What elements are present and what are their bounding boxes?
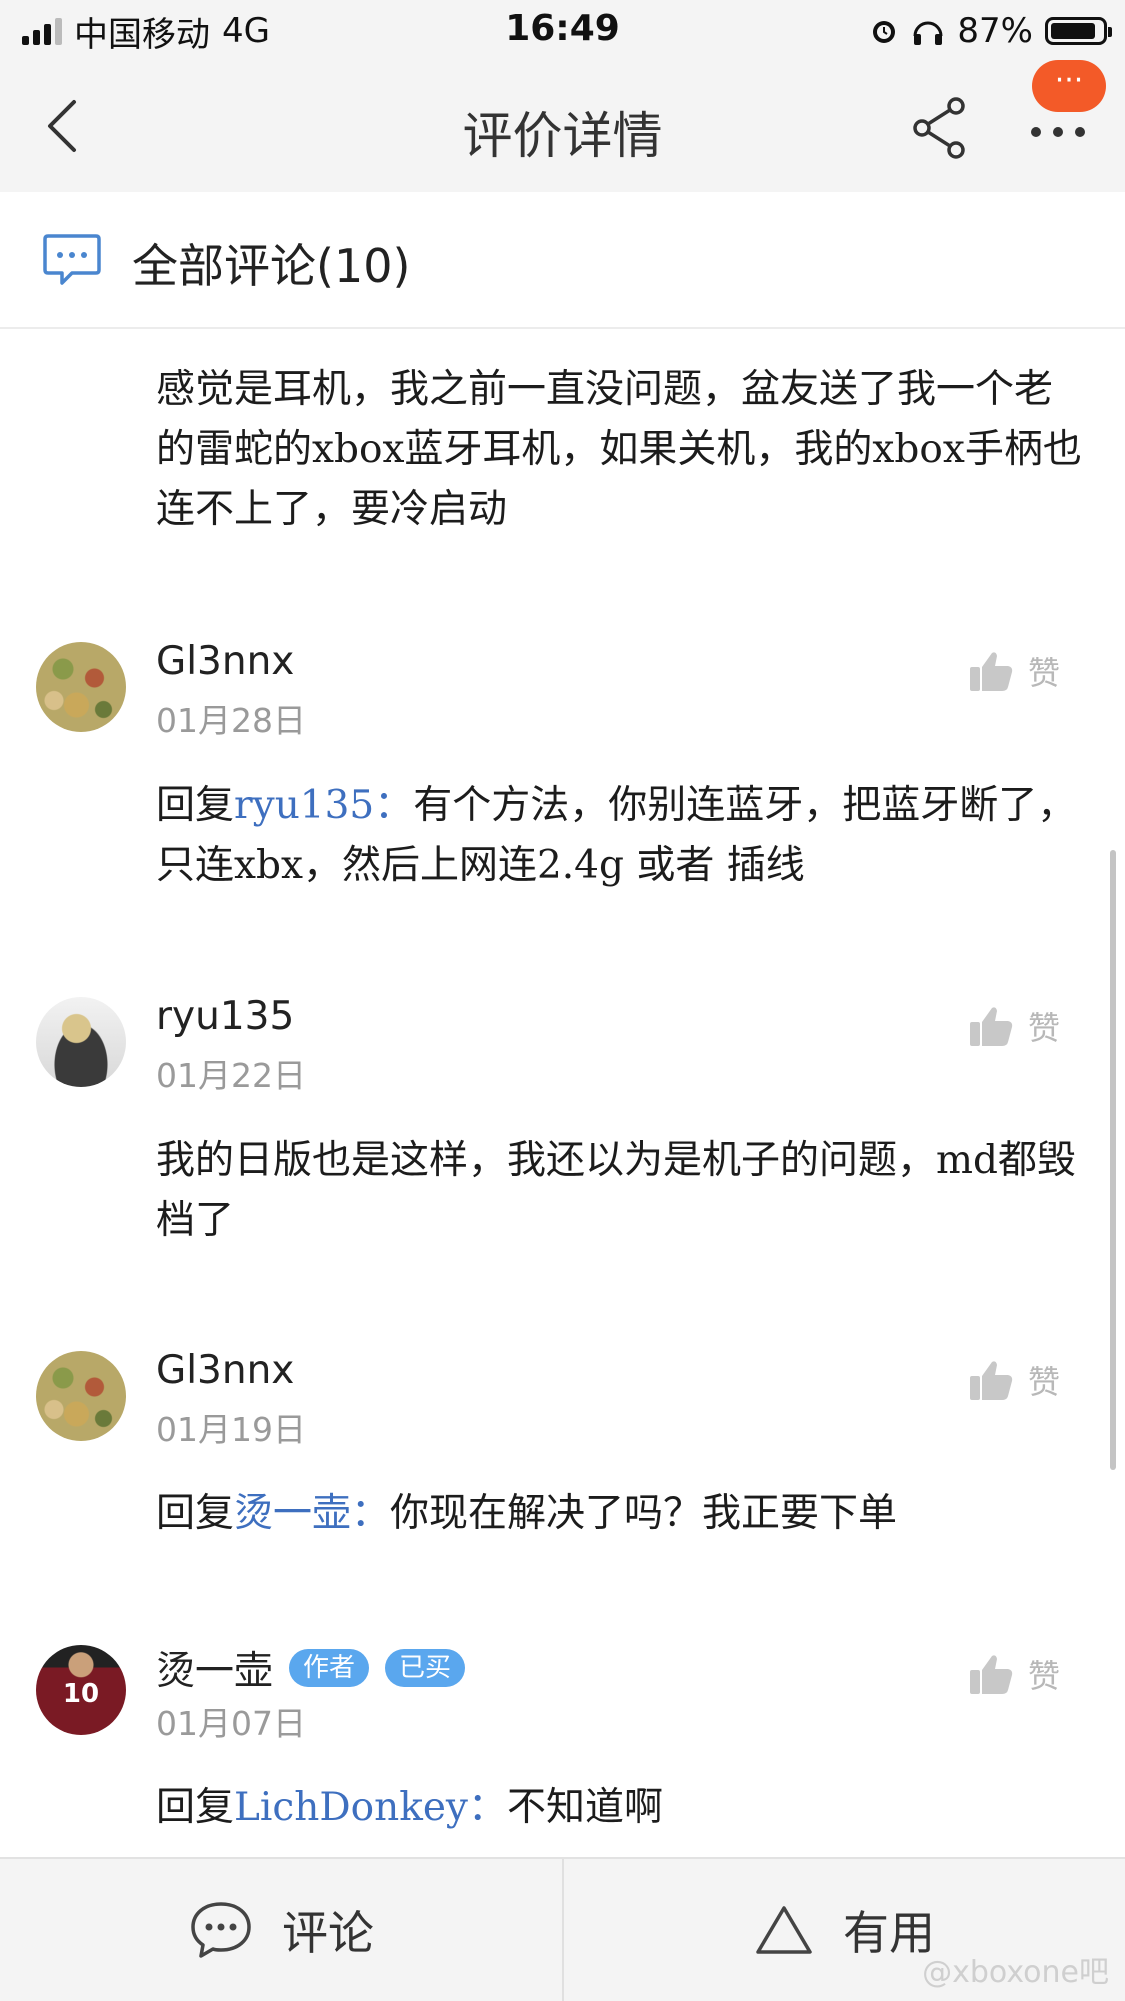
bottom-bar: 评论 有用 @xboxone吧 [0,1857,1125,2001]
comments-title: 全部评论(10) [132,239,411,293]
thumbs-up-icon [970,1655,1013,1694]
purchased-tag: 已买 [385,1649,466,1687]
author-tag: 作者 [289,1649,370,1687]
comment-text: 我的日版也是这样，我还以为是机子的问题，md都毁档了 [156,1138,1076,1243]
reply-prefix: 回复 [156,783,235,828]
username[interactable]: Gl3nnx [156,1348,294,1393]
comment-bubble-icon [43,234,101,285]
alarm-icon [873,21,896,43]
watermark: @xboxone吧 [922,1955,1109,1990]
avatar[interactable] [36,642,126,732]
comment-text: 感觉是耳机，我之前一直没问题，盆友送了我一个老的雷蛇的xbox蓝牙耳机，如果关机… [156,367,1082,532]
username-label[interactable]: ryu135 [156,994,294,1039]
like-button[interactable]: 赞 [968,996,1088,1056]
headphones-icon [913,21,943,45]
like-label: 赞 [1028,1363,1061,1401]
reply-prefix: 回复 [156,1491,235,1536]
comment-icon [191,1902,251,1958]
like-label: 赞 [1028,1657,1061,1695]
comment-text: 回复烫一壶：你现在解决了吗？我正要下单 [156,1484,1086,1544]
comment-date: 01月28日 [156,701,306,740]
battery-icon [1045,17,1112,45]
status-bar: 中国移动 4G 16:49 87% [0,0,1125,62]
comment-date: 01月19日 [156,1410,306,1449]
scrollbar[interactable] [1110,850,1116,1470]
comment-text: 回复LichDonkey：不知道啊 [156,1778,1086,1838]
username-label[interactable]: 烫一壶 [156,1640,273,1696]
comment-button[interactable]: 评论 [0,1859,562,2001]
battery-percent: 87% [957,11,1033,51]
avatar[interactable] [36,1351,126,1441]
comment-text: 回复ryu135：有个方法，你别连蓝牙，把蓝牙断了，只连xbx，然后上网连2.4… [156,776,1086,896]
nav-bar: 评价详情 ··· [0,60,1125,192]
thumbs-up-icon [970,652,1013,691]
comments-header: 全部评论(10) [0,192,1125,329]
like-button[interactable]: 赞 [968,641,1088,701]
comment-date: 01月07日 [156,1704,306,1743]
comment-body: 你现在解决了吗？我正要下单 [390,1491,898,1536]
notification-badge[interactable]: ··· [1032,60,1106,112]
like-button[interactable]: 赞 [968,1644,1088,1704]
thumbs-up-icon [970,1007,1013,1046]
username-label[interactable]: Gl3nnx [156,1348,294,1393]
username-label[interactable]: Gl3nnx [156,639,294,684]
reply-prefix: 回复 [156,1785,235,1830]
comment-list[interactable]: 感觉是耳机，我之前一直没问题，盆友送了我一个老的雷蛇的xbox蓝牙耳机，如果关机… [0,329,1125,1857]
username[interactable]: ryu135 [156,994,294,1039]
triangle-icon [756,1906,812,1954]
username[interactable]: 烫一壶 作者 已买 [156,1640,466,1696]
share-icon[interactable] [906,92,976,162]
comment-label: 评论 [282,1906,374,1960]
mention-link[interactable]: 烫一壶： [234,1491,390,1536]
comment-date: 01月22日 [156,1056,306,1095]
comment-body: 不知道啊 [506,1785,663,1830]
avatar[interactable] [36,997,126,1087]
like-label: 赞 [1028,1009,1061,1047]
avatar-number: 10 [62,1679,100,1709]
avatar[interactable]: 10 [36,1645,126,1735]
thumbs-up-icon [970,1361,1013,1400]
mention-link[interactable]: ryu135： [234,783,413,828]
like-button[interactable]: 赞 [968,1350,1088,1410]
like-label: 赞 [1028,654,1061,692]
username[interactable]: Gl3nnx [156,639,294,684]
mention-link[interactable]: LichDonkey： [234,1785,507,1830]
